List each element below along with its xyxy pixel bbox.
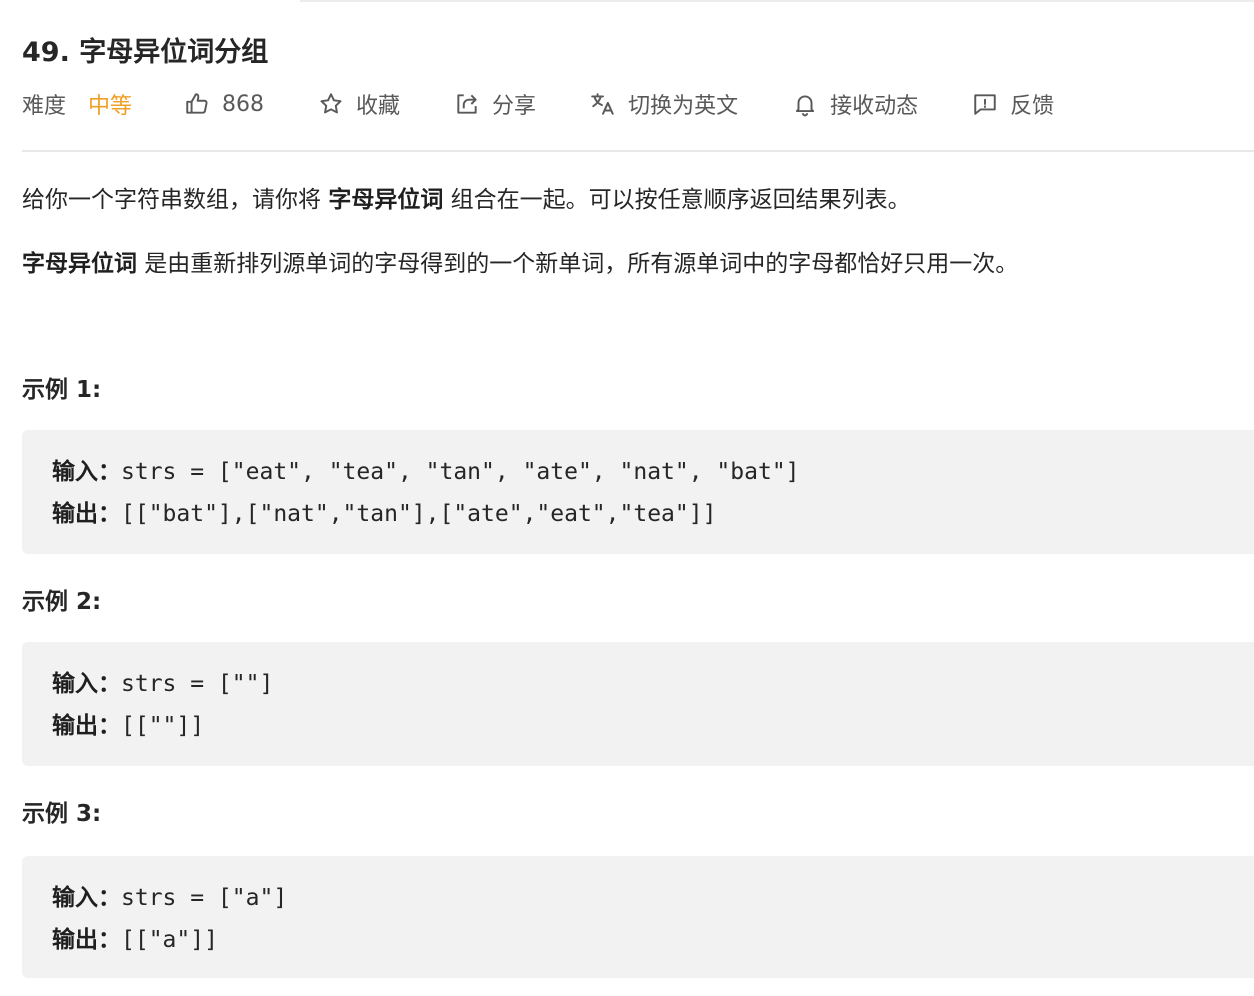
description-term: 字母异位词 xyxy=(22,251,137,277)
feedback-button[interactable]: 反馈 xyxy=(972,88,1054,120)
input-value: strs = [""] xyxy=(121,671,274,697)
output-value: [[""]] xyxy=(121,713,205,739)
description-term: 字母异位词 xyxy=(328,187,444,213)
example-input-line: 输入：strs = ["eat", "tea", "tan", "ate", "… xyxy=(52,452,800,486)
problem-meta-bar: 难度 中等 868 收藏 分享 切换为英文 接收动态 反馈 xyxy=(22,86,1054,122)
description-paragraph-2: 字母异位词 是由重新排列源单词的字母得到的一个新单词，所有源单词中的字母都恰好只… xyxy=(22,244,1018,278)
example-input-line: 输入：strs = ["a"] xyxy=(52,878,287,912)
problem-title: 49. 字母异位词分组 xyxy=(22,37,269,68)
example-input-line: 输入：strs = [""] xyxy=(52,664,273,698)
example-3-title: 示例 3: xyxy=(22,801,102,827)
example-1-block: 输入：strs = ["eat", "tea", "tan", "ate", "… xyxy=(22,430,1254,554)
output-label: 输出： xyxy=(52,713,121,739)
bell-icon xyxy=(795,95,815,117)
difficulty-value: 中等 xyxy=(88,94,133,119)
star-icon xyxy=(320,93,342,114)
translate-icon xyxy=(591,93,614,115)
subscribe-button[interactable]: 接收动态 xyxy=(792,88,918,120)
feedback-icon xyxy=(974,94,996,115)
example-output-line: 输出：[["a"]] xyxy=(52,920,218,954)
share-icon xyxy=(457,94,477,114)
feedback-label: 反馈 xyxy=(1010,94,1055,119)
input-value: strs = ["eat", "tea", "tan", "ate", "nat… xyxy=(121,459,800,485)
favorite-label: 收藏 xyxy=(356,94,401,119)
example-2-block: 输入：strs = [""] 输出：[[""]] xyxy=(22,642,1254,766)
description-text: 组合在一起。可以按任意顺序返回结果列表。 xyxy=(443,187,911,213)
example-2-title: 示例 2: xyxy=(22,589,102,615)
input-label: 输入： xyxy=(52,671,121,697)
example-output-line: 输出：[[""]] xyxy=(52,706,204,740)
output-label: 输出： xyxy=(52,501,121,527)
like-button[interactable]: 868 xyxy=(184,91,264,117)
switch-language-label: 切换为英文 xyxy=(628,94,739,119)
difficulty-label: 难度 xyxy=(22,94,67,119)
input-value: strs = ["a"] xyxy=(121,885,288,911)
thumbs-up-icon xyxy=(186,93,208,114)
subscribe-label: 接收动态 xyxy=(830,94,919,119)
input-label: 输入： xyxy=(52,885,121,911)
share-button[interactable]: 分享 xyxy=(454,88,536,120)
description-text: 给你一个字符串数组，请你将 xyxy=(22,187,329,213)
description-text: 是由重新排列源单词的字母得到的一个新单词，所有源单词中的字母都恰好只用一次。 xyxy=(137,251,1019,277)
switch-language-button[interactable]: 切换为英文 xyxy=(590,88,738,120)
output-label: 输出： xyxy=(52,927,121,953)
example-1-title: 示例 1: xyxy=(22,377,102,403)
example-output-line: 输出：[["bat"],["nat","tan"],["ate","eat","… xyxy=(52,494,716,528)
output-value: [["a"]] xyxy=(121,927,218,953)
header-divider xyxy=(22,150,1254,152)
example-3-block: 输入：strs = ["a"] 输出：[["a"]] xyxy=(22,856,1254,978)
top-border xyxy=(300,0,1254,2)
description-paragraph-1: 给你一个字符串数组，请你将 字母异位词 组合在一起。可以按任意顺序返回结果列表。 xyxy=(22,180,911,214)
output-value: [["bat"],["nat","tan"],["ate","eat","tea… xyxy=(121,501,717,527)
share-label: 分享 xyxy=(492,94,537,119)
favorite-button[interactable]: 收藏 xyxy=(318,88,400,120)
input-label: 输入： xyxy=(52,459,121,485)
likes-count: 868 xyxy=(222,91,265,117)
